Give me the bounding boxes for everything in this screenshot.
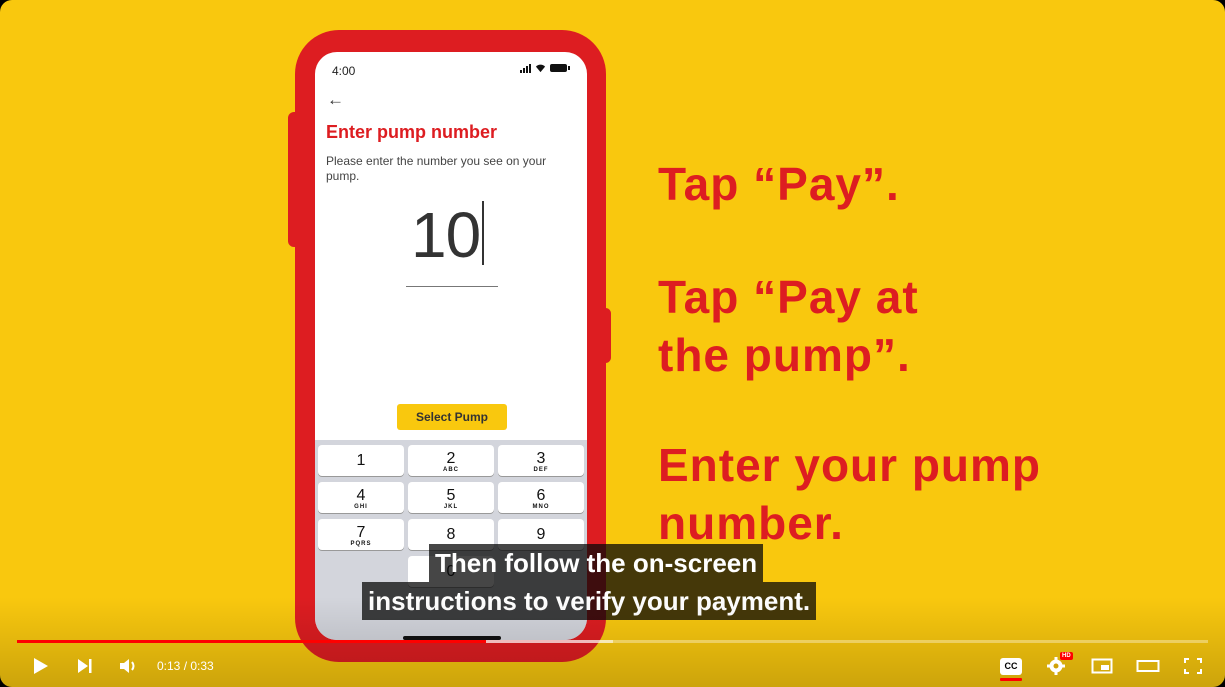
instruction-line-1: Tap “Pay”. [658, 158, 900, 210]
play-icon [34, 658, 48, 674]
hd-badge: HD [1060, 652, 1073, 660]
skip-next-icon [78, 659, 92, 673]
key-1[interactable]: 1 [318, 445, 404, 476]
time-display: 0:13 / 0:33 [157, 659, 214, 673]
battery-icon [550, 63, 570, 72]
instruction-line-2b: the pump”. [658, 329, 911, 381]
caption-line-1: Then follow the on-screen [429, 544, 764, 582]
settings-button[interactable]: HD [1043, 652, 1073, 678]
pump-input-underline [406, 286, 498, 287]
wifi-icon [535, 64, 546, 73]
screen-title: Enter pump number [326, 122, 498, 142]
progress-played [17, 640, 487, 643]
play-button[interactable] [28, 654, 52, 678]
fullscreen-button[interactable] [1180, 654, 1206, 678]
miniplayer-icon [1091, 658, 1113, 674]
progress-bar[interactable] [17, 640, 1208, 643]
miniplayer-button[interactable] [1089, 654, 1115, 678]
key-2[interactable]: 2 ABC [408, 445, 494, 476]
signal-icon [520, 63, 531, 73]
status-icons [520, 62, 570, 73]
next-button[interactable] [72, 654, 96, 678]
current-time: 0:13 [157, 659, 181, 673]
video-player[interactable]: 4:00 ← Enter pump number Please enter th… [0, 0, 1225, 687]
key-4[interactable]: 4 GHI [318, 482, 404, 513]
duration: 0:33 [190, 659, 214, 673]
mute-button[interactable] [116, 654, 142, 678]
cc-icon: CC [1000, 657, 1022, 681]
key-7[interactable]: 7 PQRS [318, 519, 404, 550]
instruction-line-3a: Enter your pump [658, 439, 1042, 491]
status-time: 4:00 [332, 64, 356, 78]
key-3[interactable]: 3 DEF [498, 445, 584, 476]
key-5[interactable]: 5 JKL [408, 482, 494, 513]
pump-number-input[interactable]: 10 [411, 197, 484, 273]
subtitles-button[interactable]: CC [998, 654, 1024, 681]
screen-description: Please enter the number you see on your … [326, 154, 547, 183]
instruction-line-2a: Tap “Pay at [658, 271, 919, 323]
theater-mode-button[interactable] [1135, 654, 1161, 678]
fullscreen-icon [1184, 658, 1202, 674]
volume-icon [120, 659, 135, 673]
key-6[interactable]: 6 MNO [498, 482, 584, 513]
time-separator: / [180, 659, 191, 673]
cc-active-underline [1000, 677, 1022, 681]
select-pump-button[interactable]: Select Pump [397, 404, 507, 430]
back-arrow-icon[interactable]: ← [327, 90, 344, 110]
theater-mode-icon [1136, 660, 1160, 672]
